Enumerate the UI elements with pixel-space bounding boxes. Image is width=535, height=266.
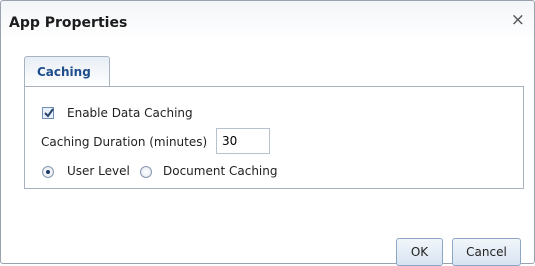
dialog-title: App Properties: [9, 15, 128, 31]
caching-duration-label: Caching Duration (minutes): [41, 135, 208, 149]
app-properties-dialog: App Properties × Caching Enable Data Cac…: [0, 0, 535, 266]
cancel-button[interactable]: Cancel: [452, 238, 521, 266]
radio-selected-dot: [46, 170, 50, 174]
enable-data-caching-label[interactable]: Enable Data Caching: [67, 106, 193, 120]
user-level-label[interactable]: User Level: [67, 164, 130, 178]
ok-button[interactable]: OK: [396, 238, 443, 266]
tab-caching[interactable]: Caching: [24, 56, 110, 87]
tab-caching-label: Caching: [37, 65, 91, 79]
close-icon[interactable]: ×: [511, 12, 525, 29]
caching-duration-input[interactable]: [216, 128, 270, 154]
document-caching-radio[interactable]: [140, 166, 152, 178]
user-level-radio[interactable]: [42, 166, 54, 178]
enable-data-caching-checkbox[interactable]: [42, 107, 54, 119]
caching-panel: Enable Data Caching Caching Duration (mi…: [24, 86, 524, 189]
document-caching-label[interactable]: Document Caching: [163, 164, 277, 178]
checkbox-checked-icon: [44, 108, 54, 118]
